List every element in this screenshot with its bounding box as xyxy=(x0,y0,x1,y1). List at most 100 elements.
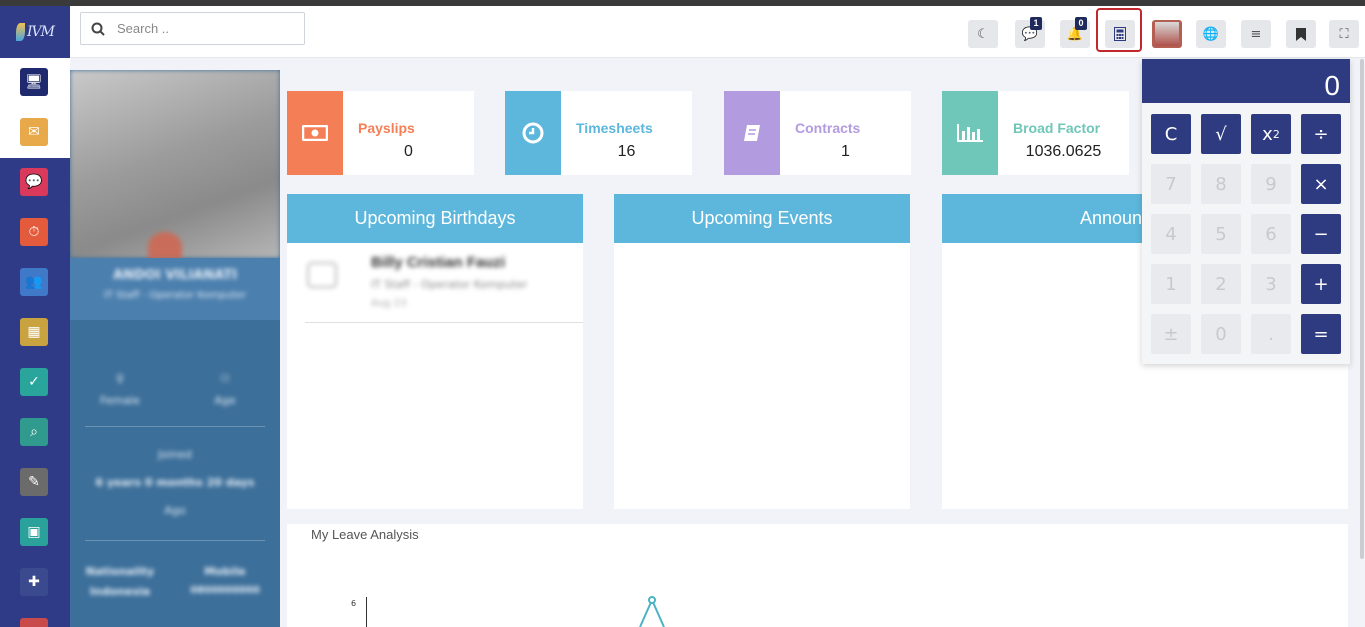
search-box[interactable] xyxy=(80,12,305,45)
profile-gender: Female xyxy=(100,394,140,407)
calc-key-4[interactable]: 4 xyxy=(1151,214,1191,254)
search-input[interactable] xyxy=(117,21,277,36)
calc-key-0[interactable]: 0 xyxy=(1201,314,1241,354)
messages-badge: 1 xyxy=(1030,17,1042,30)
leave-chart-line xyxy=(639,596,665,627)
stat-card-contracts[interactable]: Contracts 1 xyxy=(724,91,911,175)
stat-label: Contracts xyxy=(795,120,861,136)
rail-contact-icon[interactable]: ▣ xyxy=(20,518,48,546)
upcoming-birthdays-panel: Upcoming Birthdays Billy Cristian Fauzi … xyxy=(287,194,583,509)
calc-sqrt-button[interactable]: √ xyxy=(1201,114,1241,154)
stat-label: Timesheets xyxy=(576,120,653,136)
expand-icon: ⛶ xyxy=(1339,26,1349,42)
stat-value: 1 xyxy=(841,143,850,160)
search-icon xyxy=(91,22,105,36)
bookmark-button[interactable] xyxy=(1286,20,1316,48)
stat-card-broad-factor[interactable]: Broad Factor 1036.0625 xyxy=(942,91,1129,175)
profile-joined-label: Joined xyxy=(158,448,192,461)
calculator-button[interactable] xyxy=(1105,20,1135,48)
leave-analysis-card: My Leave Analysis 6 xyxy=(287,524,1348,627)
calc-minus-button[interactable]: − xyxy=(1301,214,1341,254)
calc-decimal-button[interactable]: . xyxy=(1251,314,1291,354)
calculator-display: 0 xyxy=(1142,59,1350,103)
rail-calendar-icon[interactable]: ▦ xyxy=(20,318,48,346)
calc-key-8[interactable]: 8 xyxy=(1201,164,1241,204)
page-scrollbar[interactable] xyxy=(1360,59,1364,559)
profile-tenure: 6 years 0 months 20 days xyxy=(95,476,255,489)
profile-mobile-value: 0800000000 xyxy=(190,585,260,596)
language-button[interactable]: 🌐 xyxy=(1196,20,1226,48)
divider xyxy=(305,322,583,323)
profile-nationality-value: Indonesia xyxy=(89,585,151,598)
stat-card-payslips[interactable]: Payslips 0 xyxy=(287,91,474,175)
upcoming-events-panel: Upcoming Events xyxy=(614,194,910,509)
birthday-date: Aug 23 xyxy=(371,298,407,309)
profile-card: ANDOI VILIANATI IT Staff - Operator Komp… xyxy=(70,70,280,627)
app-logo[interactable]: IVM xyxy=(0,6,70,58)
menu-button[interactable]: ≡ xyxy=(1241,20,1271,48)
notifications-badge: 0 xyxy=(1075,17,1087,30)
stat-value: 16 xyxy=(617,143,636,160)
panel-title: Upcoming Birthdays xyxy=(287,194,583,243)
top-bar: ☾ 💬 1 🔔 0 🌐 ≡ ⛶ xyxy=(70,6,1365,58)
rail-puzzle-icon[interactable]: ✚ xyxy=(20,568,48,596)
birthday-person-role: IT Staff - Operator Komputer xyxy=(371,278,528,291)
birthday-avatar xyxy=(307,262,337,288)
profile-age: Age xyxy=(214,394,236,407)
calc-key-7[interactable]: 7 xyxy=(1151,164,1191,204)
rail-checklist-icon[interactable]: ✓ xyxy=(20,368,48,396)
avatar xyxy=(1155,22,1179,46)
profile-name: ANDOI VILIANATI xyxy=(113,268,237,283)
rail-more-icon[interactable] xyxy=(20,618,48,627)
rail-users-icon[interactable]: 👥 xyxy=(20,268,48,296)
hamburger-icon: ≡ xyxy=(1250,26,1262,42)
calc-key-3[interactable]: 3 xyxy=(1251,264,1291,304)
calc-clear-button[interactable]: C xyxy=(1151,114,1191,154)
rail-dashboard-icon[interactable]: 🖥 xyxy=(20,68,48,96)
calc-square-button[interactable]: x2 xyxy=(1251,114,1291,154)
user-avatar-button[interactable] xyxy=(1152,20,1182,48)
calc-multiply-button[interactable]: × xyxy=(1301,164,1341,204)
document-icon xyxy=(724,91,780,175)
stat-card-timesheets[interactable]: Timesheets 16 xyxy=(505,91,692,175)
dark-mode-button[interactable]: ☾ xyxy=(968,20,998,48)
calc-divide-button[interactable]: ÷ xyxy=(1301,114,1341,154)
leave-analysis-title: My Leave Analysis xyxy=(311,527,419,542)
calc-equals-button[interactable]: = xyxy=(1301,314,1341,354)
calc-plus-button[interactable]: + xyxy=(1301,264,1341,304)
calc-key-9[interactable]: 9 xyxy=(1251,164,1291,204)
calc-plusminus-button[interactable]: ± xyxy=(1151,314,1191,354)
calc-key-5[interactable]: 5 xyxy=(1201,214,1241,254)
logo-leaf-icon xyxy=(16,23,25,41)
rail-timer-icon[interactable]: ⏱ xyxy=(20,218,48,246)
calculator-icon xyxy=(1114,27,1126,41)
profile-role: IT Staff - Operator Komputer xyxy=(103,290,247,301)
globe-icon: 🌐 xyxy=(1202,26,1220,42)
messages-button[interactable]: 💬 1 xyxy=(1015,17,1045,48)
stat-value: 1036.0625 xyxy=(1025,143,1102,160)
panel-title: Upcoming Events xyxy=(614,194,910,243)
calculator-popup: 0 C √ x2 ÷ 7 8 9 × 4 5 6 − 1 2 3 + ± 0 .… xyxy=(1142,59,1350,364)
clock-icon xyxy=(505,91,561,175)
rail-edit-icon[interactable]: ✎ xyxy=(20,468,48,496)
y-axis xyxy=(366,597,367,627)
y-axis-tick: 6 xyxy=(351,599,357,608)
stat-label: Payslips xyxy=(358,120,415,136)
rail-chat-icon[interactable]: 💬 xyxy=(20,168,48,196)
bookmark-icon xyxy=(1296,27,1306,41)
fullscreen-button[interactable]: ⛶ xyxy=(1329,20,1359,48)
rail-search-icon[interactable]: ⌕ xyxy=(20,418,48,446)
moon-icon: ☾ xyxy=(977,26,989,42)
profile-nationality-label: Nationality xyxy=(85,565,155,578)
stat-label: Broad Factor xyxy=(1013,120,1101,136)
profile-mobile-label: Mobile xyxy=(204,565,246,578)
profile-photo xyxy=(70,70,280,260)
profile-tenure-suffix: Ago xyxy=(164,504,186,517)
calc-key-2[interactable]: 2 xyxy=(1201,264,1241,304)
notifications-button[interactable]: 🔔 0 xyxy=(1060,17,1090,48)
sidebar-rail: IVM 🖥 ✉ 💬 ⏱ 👥 ▦ ✓ ⌕ ✎ ▣ ✚ xyxy=(0,6,70,627)
calc-key-1[interactable]: 1 xyxy=(1151,264,1191,304)
rail-payroll-icon[interactable]: ✉ xyxy=(20,118,48,146)
stat-value: 0 xyxy=(404,143,413,160)
calc-key-6[interactable]: 6 xyxy=(1251,214,1291,254)
